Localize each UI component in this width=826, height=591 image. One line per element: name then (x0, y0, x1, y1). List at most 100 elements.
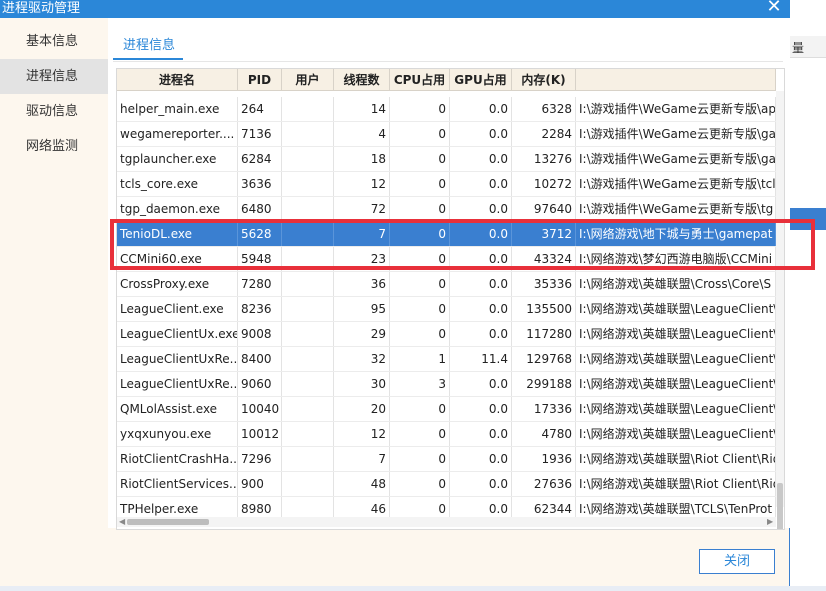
table-row[interactable]: tgp_daemon.exe 6480 72 0 0.0 97640 I:\游戏插件\WeG… (117, 197, 776, 222)
column-header-user[interactable]: 用户 (282, 69, 334, 91)
table-body: helper_main.exe 264 14 0 0.0 6328 I:\游戏插件\WeGa… (117, 97, 776, 522)
table-row[interactable]: CCMini60.exe 5948 23 0 0.0 43324 I:\网络游戏\梦幻西游电… (117, 247, 776, 272)
vertical-scroll-thumb[interactable] (777, 483, 783, 529)
table-row[interactable]: TenioDL.exe 5628 7 0 0.0 3712 I:\网络游戏\地下城与勇士\g… (117, 222, 776, 247)
cell-path: I:\网络游戏\梦幻西游电脑版\CCMini (576, 247, 776, 271)
cell-process-name: wegamereporter.... (117, 122, 238, 146)
cell-path: I:\网络游戏\英雄联盟\Riot Client\Rio (576, 472, 776, 496)
table-header: 进程名 PID 用户 线程数 CPU占用 GPU占用 内存(K) (117, 69, 776, 91)
cell-path: I:\网络游戏\地下城与勇士\gamepat (576, 222, 776, 246)
cell-user (282, 172, 334, 196)
cell-user (282, 272, 334, 296)
cell-pid: 8236 (238, 297, 282, 321)
cell-pid: 7136 (238, 122, 282, 146)
cell-user (282, 322, 334, 346)
close-button[interactable]: 关闭 (699, 549, 775, 574)
cell-memory: 2284 (512, 122, 576, 146)
cell-process-name: CrossProxy.exe (117, 272, 238, 296)
cell-user (282, 147, 334, 171)
column-header-pid[interactable]: PID (238, 69, 282, 91)
cell-gpu-usage: 0.0 (450, 122, 512, 146)
column-header-memory[interactable]: 内存(K) (512, 69, 576, 91)
column-header-cpu[interactable]: CPU占用 (390, 69, 450, 91)
cell-thread-count: 7 (334, 222, 390, 246)
cell-gpu-usage: 0.0 (450, 422, 512, 446)
cell-pid: 6480 (238, 197, 282, 221)
background-selected-row (790, 208, 826, 230)
scroll-right-icon[interactable]: ▶ (767, 517, 773, 526)
table-row[interactable]: QMLolAssist.exe 10040 20 0 0.0 17336 I:\网络游戏\英… (117, 397, 776, 422)
table-row[interactable]: tgplauncher.exe 6284 18 0 0.0 13276 I:\游戏插件\We… (117, 147, 776, 172)
cell-user (282, 347, 334, 371)
cell-thread-count: 48 (334, 472, 390, 496)
table-row[interactable]: helper_main.exe 264 14 0 0.0 6328 I:\游戏插件\WeGa… (117, 97, 776, 122)
cell-user (282, 397, 334, 421)
tab-process-info[interactable]: 进程信息 (113, 34, 185, 58)
table-row[interactable]: yxqxunyou.exe 10012 12 0 0.0 4780 I:\网络游戏\英雄联盟… (117, 422, 776, 447)
cell-memory: 17336 (512, 397, 576, 421)
background-bottom-strip (0, 586, 826, 591)
cell-gpu-usage: 0.0 (450, 222, 512, 246)
cell-memory: 10272 (512, 172, 576, 196)
tab-divider (113, 61, 783, 62)
scroll-left-icon[interactable]: ◀ (119, 517, 125, 526)
cell-memory: 4780 (512, 422, 576, 446)
table-row[interactable]: LeagueClientUx.exe 9008 29 0 0.0 117280 I:\网络游… (117, 322, 776, 347)
table-row[interactable]: LeagueClient.exe 8236 95 0 0.0 135500 I:\网络游戏\… (117, 297, 776, 322)
table-row[interactable]: CrossProxy.exe 7280 36 0 0.0 35336 I:\网络游戏\英雄联… (117, 272, 776, 297)
horizontal-scrollbar[interactable]: ◀ ▶ (117, 517, 776, 527)
cell-process-name: CCMini60.exe (117, 247, 238, 271)
column-header-threads[interactable]: 线程数 (334, 69, 390, 91)
cell-gpu-usage: 0.0 (450, 97, 512, 121)
cell-memory: 6328 (512, 97, 576, 121)
cell-pid: 7296 (238, 447, 282, 471)
title-bar[interactable]: 进程驱动管理 ✕ (0, 0, 790, 18)
window-title: 进程驱动管理 (2, 1, 81, 16)
cell-memory: 299188 (512, 372, 576, 396)
cell-pid: 7280 (238, 272, 282, 296)
table-row[interactable]: wegamereporter.... 7136 4 0 0.0 2284 I:\游戏插件\W… (117, 122, 776, 147)
cell-thread-count: 23 (334, 247, 390, 271)
cell-cpu-usage: 0 (390, 97, 450, 121)
cell-memory: 135500 (512, 297, 576, 321)
cell-thread-count: 95 (334, 297, 390, 321)
close-icon[interactable]: ✕ (765, 0, 783, 16)
table-row[interactable]: LeagueClientUxRe... 9060 30 3 0.0 299188 I:\网络… (117, 372, 776, 397)
cell-path: I:\网络游戏\英雄联盟\LeagueClient\ (576, 422, 776, 446)
cell-user (282, 297, 334, 321)
table-row[interactable]: RiotClientCrashHa... 7296 7 0 0.0 1936 I:\网络游戏… (117, 447, 776, 472)
cell-user (282, 247, 334, 271)
cell-thread-count: 14 (334, 97, 390, 121)
vertical-scrollbar[interactable] (776, 91, 784, 529)
cell-cpu-usage: 0 (390, 272, 450, 296)
table-row[interactable]: LeagueClientUxRe... 8400 32 1 11.4 129768 I:\网… (117, 347, 776, 372)
cell-pid: 8400 (238, 347, 282, 371)
cell-memory: 1936 (512, 447, 576, 471)
content-panel: 进程信息 进程名 PID 用户 线程数 CPU占用 GPU占用 内存(K) he… (108, 18, 790, 530)
cell-path: I:\游戏插件\WeGame云更新专版\ga (576, 147, 776, 171)
table-row[interactable]: RiotClientServices.... 900 48 0 0.0 27636 I:\网… (117, 472, 776, 497)
cell-cpu-usage: 0 (390, 197, 450, 221)
cell-cpu-usage: 0 (390, 172, 450, 196)
column-header-name[interactable]: 进程名 (117, 69, 238, 91)
cell-memory: 43324 (512, 247, 576, 271)
column-header-path[interactable] (576, 69, 776, 91)
sidebar: 基本信息 进程信息 驱动信息 网络监测 (0, 24, 108, 164)
cell-gpu-usage: 0.0 (450, 372, 512, 396)
cell-process-name: LeagueClientUxRe... (117, 347, 238, 371)
cell-path: I:\网络游戏\英雄联盟\Riot Client\Rio (576, 447, 776, 471)
cell-user (282, 97, 334, 121)
sidebar-item-process-info[interactable]: 进程信息 (0, 59, 108, 94)
cell-thread-count: 20 (334, 397, 390, 421)
cell-memory: 97640 (512, 197, 576, 221)
sidebar-item-basic-info[interactable]: 基本信息 (0, 24, 108, 59)
sidebar-item-driver-info[interactable]: 驱动信息 (0, 94, 108, 129)
background-column-header: 量 (790, 36, 826, 58)
horizontal-scroll-thumb[interactable] (127, 519, 209, 525)
table-row[interactable]: tcls_core.exe 3636 12 0 0.0 10272 I:\游戏插件\WeGa… (117, 172, 776, 197)
cell-process-name: tgplauncher.exe (117, 147, 238, 171)
column-header-gpu[interactable]: GPU占用 (450, 69, 512, 91)
cell-pid: 5628 (238, 222, 282, 246)
sidebar-item-network-monitor[interactable]: 网络监测 (0, 129, 108, 164)
cell-pid: 6284 (238, 147, 282, 171)
